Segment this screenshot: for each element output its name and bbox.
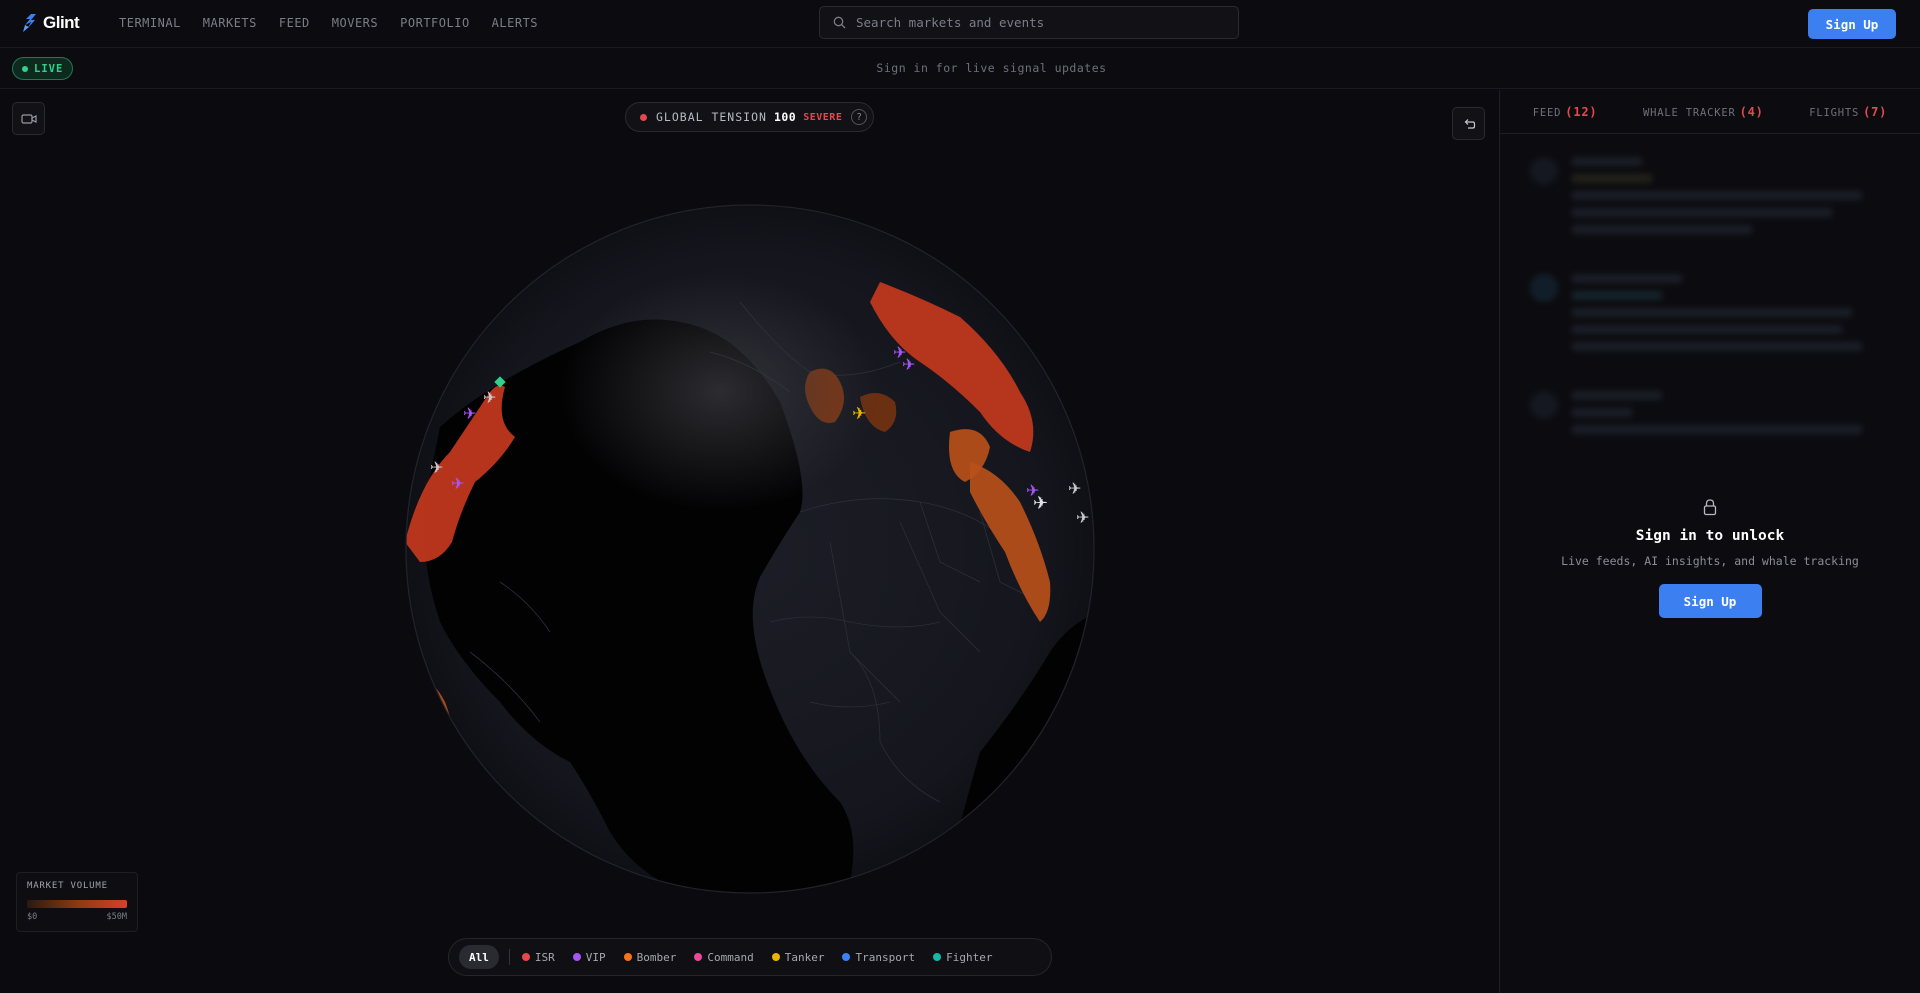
placeholder-lines <box>1572 274 1862 359</box>
glint-logo-icon <box>23 14 36 32</box>
tab-count: (12) <box>1565 104 1598 119</box>
video-camera-icon <box>20 113 37 124</box>
filter-isr[interactable]: ISR <box>521 950 555 964</box>
search-box[interactable] <box>819 6 1239 39</box>
plane-icon[interactable]: ✈ <box>1068 479 1081 498</box>
globe-map[interactable]: GLOBAL TENSION 100 SEVERE ? ✈ ✈ ✈ ✈ ✈ ✈ … <box>0 90 1499 993</box>
list-item <box>1500 135 1920 252</box>
lock-title: Sign in to unlock <box>1635 528 1785 544</box>
filter-label: VIP <box>585 950 606 964</box>
filter-label: Transport <box>855 950 916 964</box>
signin-lock-panel: Sign in to unlock Live feeds, AI insight… <box>1500 498 1920 618</box>
plane-icon[interactable]: ✈ <box>430 458 443 477</box>
avatar <box>1530 391 1558 419</box>
nav-feed[interactable]: FEED <box>279 16 310 30</box>
globe[interactable]: ✈ ✈ ✈ ✈ ✈ ✈ ✈ ✈ ✈ ✈ ✈ <box>380 182 1100 902</box>
filter-command[interactable]: Command <box>694 950 754 964</box>
main-nav: TERMINAL MARKETS FEED MOVERS PORTFOLIO A… <box>119 16 538 30</box>
plane-tanker-icon[interactable]: ✈ <box>852 404 866 424</box>
region-south-america <box>485 852 530 893</box>
filter-label: Fighter <box>946 950 993 964</box>
plane-icon[interactable]: ✈ <box>1076 508 1089 527</box>
plane-vip-icon[interactable]: ✈ <box>451 474 464 493</box>
legend-title: MARKET VOLUME <box>27 881 108 891</box>
plane-icon[interactable]: ✈ <box>483 388 496 407</box>
nav-alerts[interactable]: ALERTS <box>492 16 538 30</box>
list-item <box>1500 252 1920 369</box>
globe-highlight <box>560 272 880 512</box>
camera-button[interactable] <box>12 102 45 135</box>
filter-tanker[interactable]: Tanker <box>771 950 825 964</box>
sidebar-tabs: FEED (12) WHALE TRACKER (4) FLIGHTS (7) <box>1500 90 1920 134</box>
blurred-feed-preview <box>1500 135 1920 475</box>
plane-vip-icon[interactable]: ✈ <box>902 355 915 374</box>
tab-label: WHALE TRACKER <box>1643 106 1736 119</box>
avatar <box>1530 274 1558 302</box>
tab-feed[interactable]: FEED (12) <box>1533 105 1598 119</box>
tab-label: FEED <box>1532 106 1562 119</box>
nav-portfolio[interactable]: PORTFOLIO <box>400 16 470 30</box>
right-sidebar: FEED (12) WHALE TRACKER (4) FLIGHTS (7) <box>1499 90 1920 993</box>
vip-dot-icon <box>572 953 581 961</box>
lock-icon <box>1703 499 1717 516</box>
bomber-dot-icon <box>623 953 632 961</box>
legend-gradient <box>27 900 127 908</box>
tension-severity: SEVERE <box>803 111 843 123</box>
command-dot-icon <box>694 953 703 961</box>
logo[interactable]: Glint <box>22 13 80 33</box>
legend-ticks: $0 $50M <box>27 912 127 922</box>
tension-dot-icon <box>640 113 647 121</box>
help-icon[interactable]: ? <box>851 109 868 125</box>
legend-max: $50M <box>106 912 127 922</box>
market-volume-legend: MARKET VOLUME $0 $50M <box>16 872 138 932</box>
filter-label: ISR <box>534 950 555 964</box>
global-tension-indicator: GLOBAL TENSION 100 SEVERE ? <box>625 102 874 132</box>
signin-note: Sign in for live signal updates <box>876 61 1107 75</box>
placeholder-lines <box>1572 157 1862 242</box>
reset-view-button[interactable] <box>1452 107 1485 140</box>
tab-label: FLIGHTS <box>1809 106 1860 119</box>
filter-fighter[interactable]: Fighter <box>933 951 992 964</box>
filter-label: Command <box>707 950 754 964</box>
nav-terminal[interactable]: TERMINAL <box>119 16 181 30</box>
filter-label: Bomber <box>636 950 677 964</box>
tab-count: (4) <box>1739 104 1764 119</box>
isr-dot-icon <box>521 953 530 961</box>
filter-label: Tanker <box>784 950 825 964</box>
lock-subtitle: Live feeds, AI insights, and whale track… <box>1561 554 1859 568</box>
top-navbar: Glint TERMINAL MARKETS FEED MOVERS PORTF… <box>0 0 1920 48</box>
filter-divider <box>508 949 510 965</box>
nav-movers[interactable]: MOVERS <box>332 16 378 30</box>
list-item <box>1500 369 1920 452</box>
avatar <box>1530 157 1558 185</box>
filter-bomber[interactable]: Bomber <box>623 950 677 964</box>
tanker-dot-icon <box>771 953 780 961</box>
status-bar: LIVE Sign in for live signal updates <box>0 48 1920 89</box>
tension-label: GLOBAL TENSION <box>656 110 767 124</box>
filter-vip[interactable]: VIP <box>572 950 606 964</box>
plane-vip-icon[interactable]: ✈ <box>463 404 476 423</box>
tension-value: 100 <box>773 110 797 124</box>
filter-transport[interactable]: Transport <box>842 951 915 964</box>
placeholder-lines <box>1572 391 1862 442</box>
logo-text: Glint <box>43 13 80 32</box>
tab-count: (7) <box>1863 104 1888 119</box>
sidebar-signup-button[interactable]: Sign Up <box>1658 584 1762 618</box>
plane-icon[interactable]: ✈ <box>1033 493 1048 514</box>
undo-icon <box>1464 118 1475 129</box>
legend-min: $0 <box>27 912 38 922</box>
tab-flights[interactable]: FLIGHTS (7) <box>1809 105 1887 119</box>
signup-button[interactable]: Sign Up <box>1808 9 1896 39</box>
search-input[interactable] <box>856 15 1216 30</box>
nav-markets[interactable]: MARKETS <box>203 16 257 30</box>
tab-whale-tracker[interactable]: WHALE TRACKER (4) <box>1643 105 1764 119</box>
transport-dot-icon <box>842 953 851 961</box>
filter-all[interactable]: All <box>459 945 499 969</box>
search-icon <box>833 16 846 29</box>
fighter-dot-icon <box>933 953 942 961</box>
aircraft-filter-bar: All ISR VIP Bomber Command Tanker Transp… <box>448 938 1052 976</box>
